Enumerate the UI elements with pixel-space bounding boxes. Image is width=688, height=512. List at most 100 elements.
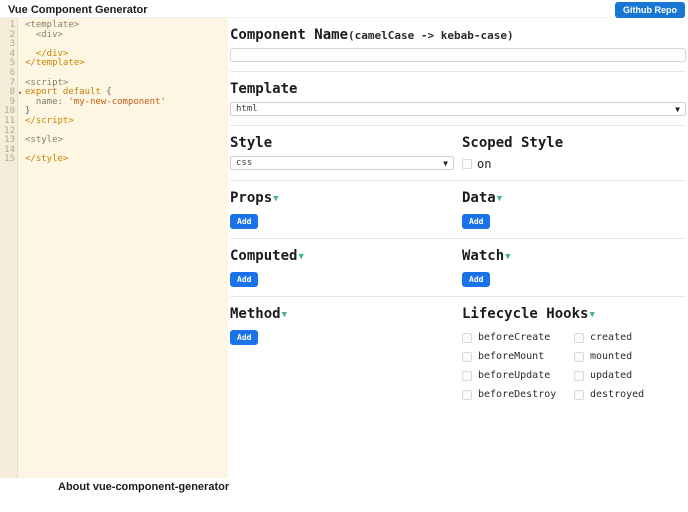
checkbox-icon[interactable]	[462, 370, 472, 381]
code-line: 9 name: 'my-new-component'	[0, 96, 228, 108]
lifecycle-hook-beforeUpdate[interactable]: beforeUpdate	[462, 370, 574, 381]
checkbox-icon[interactable]	[574, 332, 584, 343]
code-text: </template>	[25, 58, 85, 69]
fold-gutter-spacer	[15, 50, 25, 60]
lifecycle-hooks-label: Lifecycle Hooks	[462, 306, 589, 322]
checkbox-icon[interactable]	[462, 332, 472, 343]
github-repo-button[interactable]: Github Repo	[615, 2, 685, 18]
lifecycle-hook-label: destroyed	[590, 389, 645, 400]
scoped-style-toggle[interactable]: on	[462, 157, 686, 171]
style-select-value: css	[236, 158, 253, 168]
fold-gutter-spacer	[15, 59, 25, 69]
template-select-value: html	[236, 104, 258, 114]
checkbox-icon[interactable]	[462, 389, 472, 400]
template-select[interactable]: html ▼	[230, 102, 686, 116]
scoped-style-on-label: on	[477, 157, 492, 171]
fold-gutter-spacer	[15, 79, 25, 89]
lifecycle-hook-beforeMount[interactable]: beforeMount	[462, 351, 574, 362]
lifecycle-hook-destroyed[interactable]: destroyed	[574, 389, 686, 400]
collapse-triangle-icon[interactable]: ▼	[298, 252, 303, 262]
fold-triangle-icon[interactable]: ▾	[15, 88, 25, 98]
chevron-down-icon: ▼	[675, 104, 680, 114]
lifecycle-hook-label: updated	[590, 370, 633, 381]
style-select[interactable]: css ▼	[230, 156, 454, 170]
fold-gutter-spacer	[15, 21, 25, 31]
props-label: Props	[230, 190, 273, 206]
props-column: Props▼ Add	[230, 187, 454, 229]
add-prop-button[interactable]: Add	[230, 214, 259, 229]
line-number: 15	[4, 154, 15, 165]
lifecycle-hook-updated[interactable]: updated	[574, 370, 686, 381]
add-data-button[interactable]: Add	[462, 214, 491, 229]
data-column: Data▼ Add	[462, 187, 686, 229]
code-text: name: 'my-new-component'	[25, 96, 166, 107]
generator-form: Component Name(camelCase -> kebab-case) …	[228, 18, 688, 400]
data-label: Data	[462, 190, 496, 206]
style-section: Style css ▼ Scoped Style on	[230, 126, 686, 171]
template-label: Template	[230, 81, 298, 97]
lifecycle-hook-mounted[interactable]: mounted	[574, 351, 686, 362]
app-title: Vue Component Generator	[8, 4, 148, 16]
lifecycle-hook-label: created	[590, 332, 633, 343]
add-method-button[interactable]: Add	[230, 330, 259, 345]
computed-label: Computed	[230, 248, 298, 264]
lifecycle-hooks-grid: beforeCreate created beforeMount mounted bef…	[462, 332, 686, 400]
template-section: Template html ▼	[230, 72, 686, 116]
about-link[interactable]: About vue-component-generator	[58, 481, 229, 493]
component-name-input[interactable]	[230, 48, 686, 62]
lifecycle-hook-beforeCreate[interactable]: beforeCreate	[462, 332, 574, 343]
scoped-style-label: Scoped Style	[462, 135, 564, 151]
checkbox-icon[interactable]	[462, 159, 472, 169]
fold-gutter-spacer	[15, 31, 25, 41]
lifecycle-hook-label: beforeCreate	[478, 332, 551, 343]
collapse-triangle-icon[interactable]: ▼	[273, 194, 278, 204]
fold-gutter-spacer	[15, 40, 25, 50]
checkbox-icon[interactable]	[574, 351, 584, 362]
watch-label: Watch	[462, 248, 505, 264]
method-column: Method▼ Add	[230, 303, 454, 400]
lifecycle-hook-created[interactable]: created	[574, 332, 686, 343]
computed-column: Computed▼ Add	[230, 245, 454, 287]
component-name-label: Component Name	[230, 27, 349, 43]
lifecycle-hook-label: beforeMount	[478, 351, 545, 362]
collapse-triangle-icon[interactable]: ▼	[589, 310, 594, 320]
fold-gutter-spacer	[15, 155, 25, 165]
checkbox-icon[interactable]	[462, 351, 472, 362]
chevron-down-icon: ▼	[443, 158, 448, 168]
code-line: 13 <style>	[0, 135, 228, 146]
header: Vue Component Generator Github Repo	[0, 0, 688, 18]
add-computed-button[interactable]: Add	[230, 272, 259, 287]
scoped-style-column: Scoped Style on	[462, 132, 686, 171]
fold-gutter-spacer	[15, 69, 25, 79]
code-text: </style>	[25, 154, 69, 165]
collapse-triangle-icon[interactable]: ▼	[497, 194, 502, 204]
lifecycle-hook-beforeDestroy[interactable]: beforeDestroy	[462, 389, 574, 400]
code-line: 2 <div>	[0, 30, 228, 41]
code-line: 5 </template>	[0, 59, 228, 69]
collapse-triangle-icon[interactable]: ▼	[505, 252, 510, 262]
code-editor-lines: 1 <template> 2 <div> 3 4 </div> 5 </template> 6…	[0, 18, 228, 165]
method-label: Method	[230, 306, 281, 322]
component-name-hint: (camelCase -> kebab-case)	[348, 29, 514, 42]
props-data-section: Props▼ Add Data▼ Add	[230, 181, 686, 229]
fold-gutter-spacer	[15, 146, 25, 156]
code-editor[interactable]: 1 <template> 2 <div> 3 4 </div> 5 </template> 6…	[0, 18, 228, 478]
code-text: <style>	[25, 135, 63, 146]
lifecycle-hook-label: beforeDestroy	[478, 389, 557, 400]
fold-gutter-spacer	[15, 136, 25, 146]
fold-gutter-spacer	[15, 107, 25, 117]
style-column: Style css ▼	[230, 132, 454, 171]
computed-watch-section: Computed▼ Add Watch▼ Add	[230, 239, 686, 287]
fold-gutter-spacer	[15, 117, 25, 127]
collapse-triangle-icon[interactable]: ▼	[282, 310, 287, 320]
code-line: 11 </script>	[0, 116, 228, 127]
fold-gutter-spacer	[15, 98, 25, 108]
style-label: Style	[230, 135, 273, 151]
code-line: 15 </style>	[0, 155, 228, 165]
watch-column: Watch▼ Add	[462, 245, 686, 287]
fold-gutter-spacer	[15, 127, 25, 137]
checkbox-icon[interactable]	[574, 389, 584, 400]
checkbox-icon[interactable]	[574, 370, 584, 381]
method-lifecycle-section: Method▼ Add Lifecycle Hooks▼ beforeCreat…	[230, 297, 686, 400]
add-watch-button[interactable]: Add	[462, 272, 491, 287]
